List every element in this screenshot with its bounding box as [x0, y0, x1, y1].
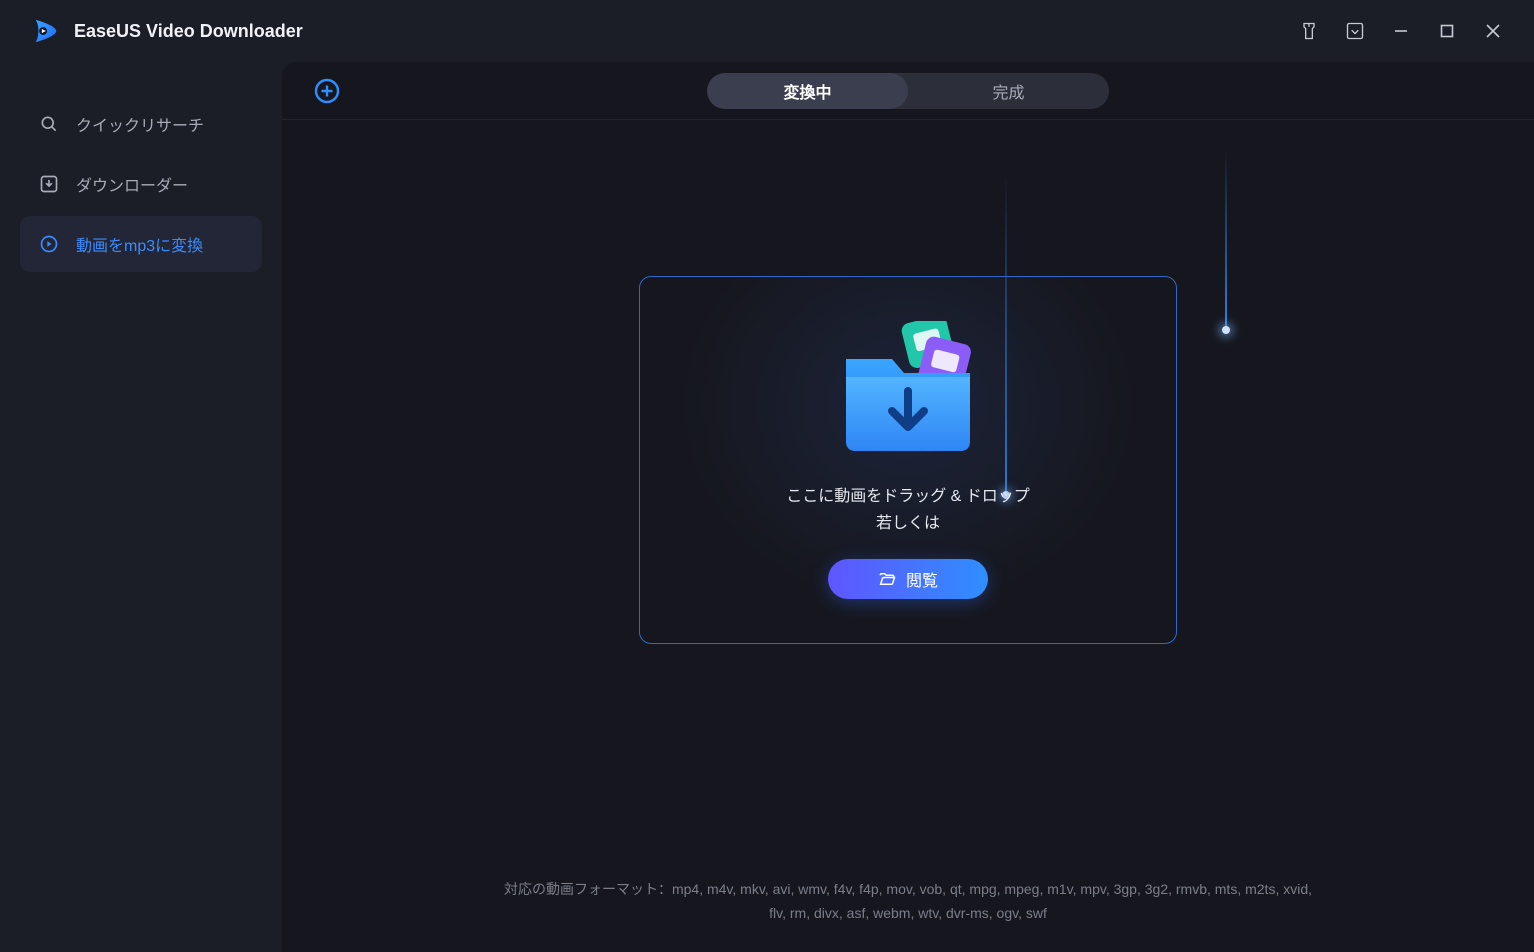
convert-icon — [38, 233, 60, 255]
browse-button-label: 閲覧 — [906, 567, 938, 591]
dropzone-line2: 若しくは — [786, 510, 1030, 537]
tab-converting[interactable]: 変換中 — [707, 73, 908, 109]
download-icon — [38, 173, 60, 195]
browse-button[interactable]: 閲覧 — [828, 559, 988, 599]
sidebar-item-quick-research[interactable]: クイックリサーチ — [20, 96, 262, 152]
main-toolbar: 変換中 完成 — [282, 62, 1534, 120]
sidebar: クイックリサーチ ダウンローダー 動画をmp3に変換 — [0, 62, 282, 952]
decor-trail — [1225, 150, 1227, 330]
app-title: EaseUS Video Downloader — [74, 21, 303, 42]
dropdown-icon[interactable] — [1332, 9, 1378, 53]
close-button[interactable] — [1470, 9, 1516, 53]
dropzone-text: ここに動画をドラッグ & ドロップ 若しくは — [786, 483, 1030, 537]
folder-open-icon — [878, 570, 896, 588]
supported-formats: 対応の動画フォーマット：mp4, m4v, mkv, avi, wmv, f4v… — [282, 860, 1534, 952]
search-icon — [38, 113, 60, 135]
formats-line2: flv, rm, divx, asf, webm, wtv, dvr-ms, o… — [769, 905, 1047, 921]
sidebar-item-label: 動画をmp3に変換 — [76, 232, 203, 256]
tab-label: 完成 — [992, 79, 1024, 103]
tab-label: 変換中 — [783, 79, 831, 103]
sidebar-item-downloader[interactable]: ダウンローダー — [20, 156, 262, 212]
dropzone[interactable]: ここに動画をドラッグ & ドロップ 若しくは 閲覧 — [639, 276, 1177, 644]
folder-icon — [828, 321, 988, 461]
sidebar-item-video-to-mp3[interactable]: 動画をmp3に変換 — [20, 216, 262, 272]
sidebar-item-label: ダウンローダー — [76, 172, 188, 196]
tab-switch: 変換中 完成 — [707, 73, 1109, 109]
sidebar-item-label: クイックリサーチ — [76, 112, 204, 136]
main-panel: 変換中 完成 — [282, 62, 1534, 952]
app-logo — [30, 16, 60, 46]
dropzone-line1: ここに動画をドラッグ & ドロップ — [786, 483, 1030, 510]
maximize-button[interactable] — [1424, 9, 1470, 53]
tab-done[interactable]: 完成 — [908, 73, 1109, 109]
add-button[interactable] — [312, 76, 342, 106]
titlebar: EaseUS Video Downloader — [0, 0, 1534, 62]
theme-icon[interactable] — [1286, 9, 1332, 53]
formats-line1: mp4, m4v, mkv, avi, wmv, f4v, f4p, mov, … — [672, 881, 1312, 897]
main-center: ここに動画をドラッグ & ドロップ 若しくは 閲覧 — [282, 120, 1534, 860]
formats-prefix: 対応の動画フォーマット： — [504, 881, 672, 897]
minimize-button[interactable] — [1378, 9, 1424, 53]
